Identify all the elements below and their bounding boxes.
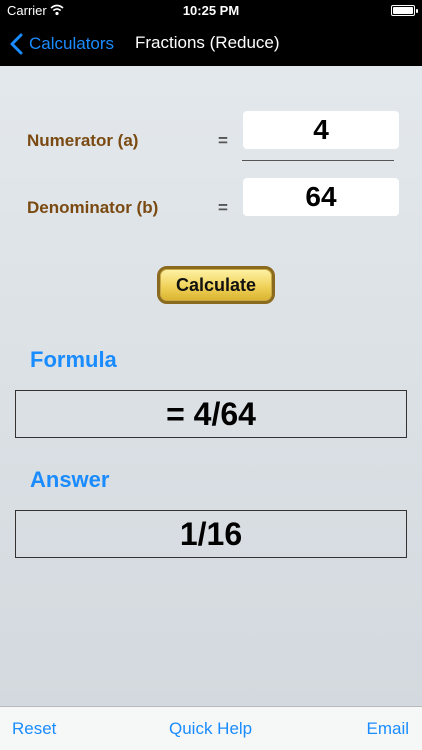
calculate-button-label: Calculate: [175, 274, 257, 295]
bottom-toolbar: Reset Quick Help Email: [0, 706, 422, 750]
numerator-label: Numerator (a): [27, 131, 139, 150]
status-bar: Carrier 10:25 PM: [0, 0, 422, 22]
formula-title: Formula: [30, 347, 117, 372]
denominator-label: Denominator (b): [27, 198, 159, 217]
formula-value: = 4/64: [166, 395, 256, 432]
calculate-button[interactable]: Calculate: [157, 266, 275, 304]
battery-fill: [393, 7, 413, 14]
email-button[interactable]: Email: [366, 719, 409, 739]
battery-icon: [391, 5, 418, 16]
denominator-equals: =: [218, 198, 228, 217]
formula-box: = 4/64: [15, 390, 407, 438]
navigation-bar: Calculators Fractions (Reduce): [0, 22, 422, 66]
chevron-left-icon: [10, 33, 23, 55]
fraction-divider: [242, 160, 394, 161]
quick-help-button[interactable]: Quick Help: [169, 719, 252, 739]
numerator-equals: =: [218, 131, 228, 150]
numerator-field[interactable]: 4: [243, 111, 399, 149]
back-button[interactable]: Calculators: [10, 32, 114, 56]
denominator-field[interactable]: 64: [243, 178, 399, 216]
status-time: 10:25 PM: [182, 3, 240, 18]
denominator-value: 64: [305, 181, 337, 212]
page-title: Fractions (Reduce): [135, 33, 280, 52]
main-content: Numerator (a) = 4 Denominator (b) = 64 C…: [0, 66, 422, 706]
reset-button[interactable]: Reset: [12, 719, 56, 739]
numerator-value: 4: [313, 114, 329, 145]
back-button-label: Calculators: [29, 34, 115, 53]
top-bar: Carrier 10:25 PM Calculators Fractions (…: [0, 0, 422, 66]
answer-box: 1/16: [15, 510, 407, 558]
answer-value: 1/16: [179, 515, 243, 552]
answer-title: Answer: [30, 467, 110, 492]
